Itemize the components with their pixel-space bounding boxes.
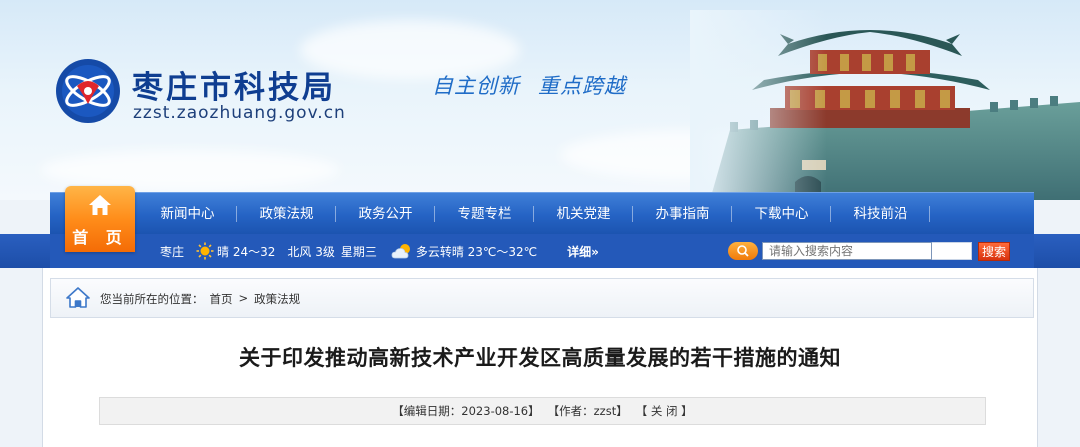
slogan-part-2: 重点跨越 — [538, 74, 626, 98]
sunny-icon — [196, 242, 214, 260]
site-name: 枣庄市科技局 — [132, 70, 336, 106]
weather-wind: 北风 3级 — [287, 244, 335, 259]
nav-item-party-building[interactable]: 机关党建 — [534, 193, 633, 235]
site-logo-icon — [56, 59, 120, 123]
nav-home-label: 首 页 — [72, 228, 128, 247]
nav-item-gov-affairs[interactable]: 政务公开 — [336, 193, 435, 235]
breadcrumb-current[interactable]: 政策法规 — [254, 291, 300, 307]
nav-item-news[interactable]: 新闻中心 — [138, 193, 237, 235]
site-slogan: 自主创新 重点跨越 — [432, 70, 626, 100]
header-banner: 枣庄市科技局 zzst.zaozhuang.gov.cn 自主创新 重点跨越 — [0, 0, 1080, 200]
nav-item-policy[interactable]: 政策法规 — [237, 193, 336, 235]
nav-home-tab[interactable]: 首 页 — [65, 186, 135, 252]
slogan-part-1: 自主创新 — [432, 74, 520, 98]
main-nav: 新闻中心 政策法规 政务公开 专题专栏 机关党建 办事指南 下载中心 科技前沿 — [138, 193, 930, 235]
home-icon — [89, 195, 111, 215]
nav-item-service-guide[interactable]: 办事指南 — [633, 193, 732, 235]
breadcrumb: 您当前所在的位置： 首页 > 政策法规 — [100, 291, 306, 307]
magnifier-icon — [737, 245, 749, 257]
nav-item-tech-frontier[interactable]: 科技前沿 — [831, 193, 930, 235]
weather-widget: 枣庄 晴 24～32 北风 3级 星期三 多云转晴 23℃～32℃ 详细» — [160, 234, 599, 268]
nav-item-downloads[interactable]: 下载中心 — [732, 193, 831, 235]
partly-cloudy-icon — [391, 244, 410, 259]
city-gate-tower-illustration — [690, 10, 1080, 200]
weather-details-link[interactable]: 详细» — [567, 243, 599, 260]
weather-today: 晴 24～32 — [217, 244, 276, 259]
search-icon[interactable] — [728, 242, 758, 260]
breadcrumb-separator: > — [238, 291, 249, 305]
search-input[interactable] — [762, 242, 932, 260]
weather-weekday: 星期三 — [340, 244, 377, 259]
site-domain: zzst.zaozhuang.gov.cn — [133, 103, 346, 123]
search-button[interactable]: 搜索 — [978, 242, 1010, 261]
article-title: 关于印发推动高新技术产业开发区高质量发展的若干措施的通知 — [239, 346, 841, 370]
main-nav-bar: 新闻中心 政策法规 政务公开 专题专栏 机关党建 办事指南 下载中心 科技前沿 — [50, 192, 1034, 234]
article-meta-bar: 【编辑日期：2023-08-16】 【作者：zzst】 【 关 闭 】 — [99, 397, 986, 425]
weather-city: 枣庄 — [160, 244, 185, 259]
search-input-tail — [932, 242, 972, 260]
weather-forecast: 多云转晴 23℃～32℃ — [415, 244, 538, 259]
breadcrumb-home-icon — [66, 287, 90, 308]
article-author: 【作者：zzst】 — [547, 404, 628, 418]
breadcrumb-prefix: 您当前所在的位置： — [100, 292, 204, 306]
article-date: 【编辑日期：2023-08-16】 — [392, 404, 540, 418]
nav-item-special-topics[interactable]: 专题专栏 — [435, 193, 534, 235]
breadcrumb-home[interactable]: 首页 — [210, 291, 233, 307]
close-page-button[interactable]: 【 关 闭 】 — [636, 403, 693, 419]
